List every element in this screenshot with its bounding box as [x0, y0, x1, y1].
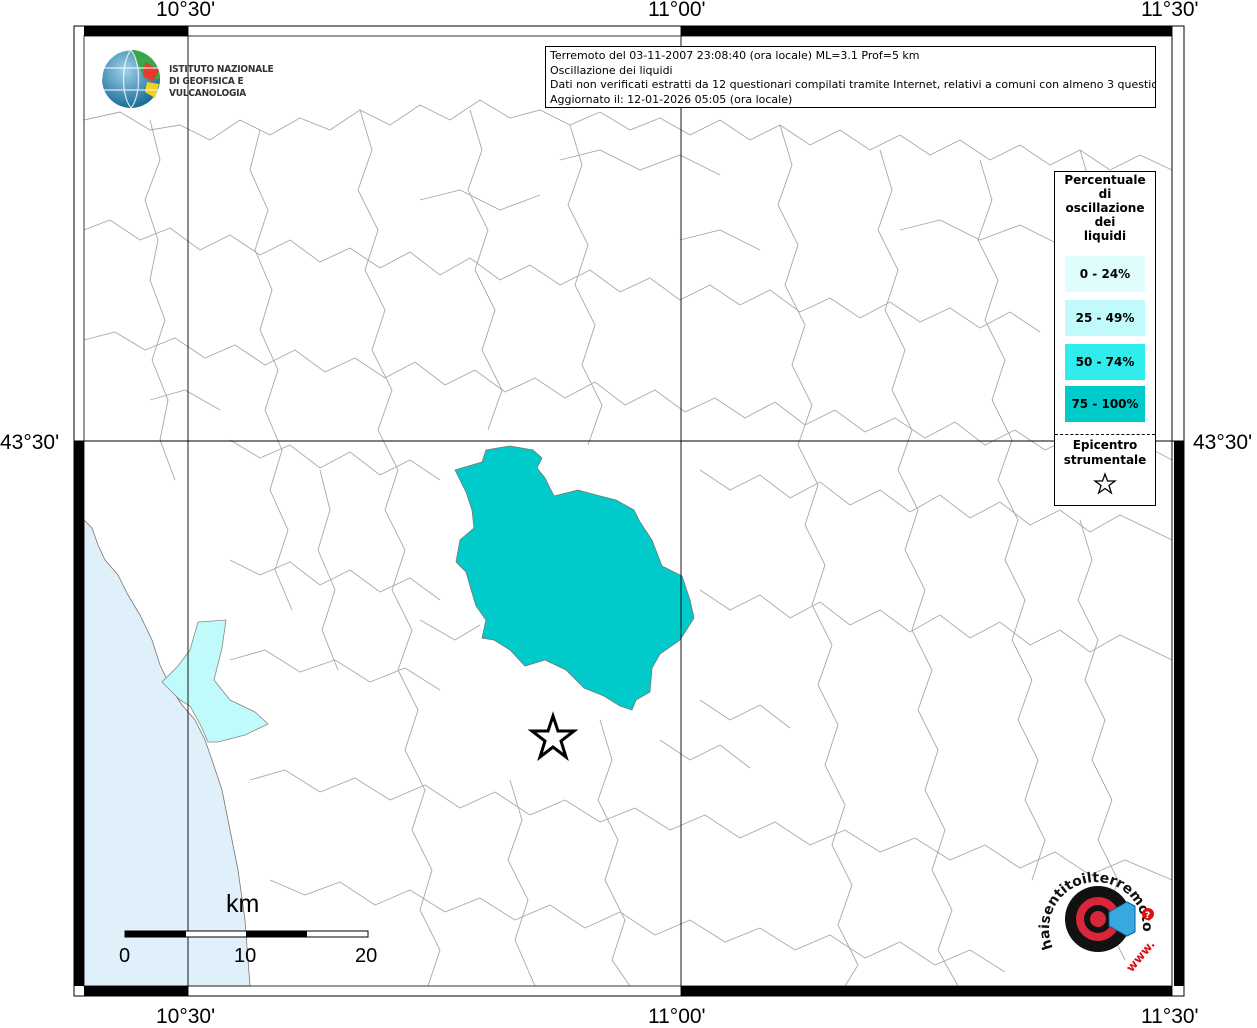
info-line-1: Terremoto del 03-11-2007 23:08:40 (ora l…: [550, 49, 920, 62]
legend-class-1: 25 - 49%: [1065, 300, 1145, 336]
info-line-3: Dati non verificati estratti da 12 quest…: [550, 78, 1156, 91]
info-line-2: Oscillazione dei liquidi: [550, 63, 673, 77]
legend-title-line: di: [1098, 187, 1112, 201]
logo-line2: DI GEOFISICA E VULCANOLOGIA: [169, 76, 247, 99]
legend-class-2: 50 - 74%: [1065, 344, 1145, 380]
legend-separator: [1055, 434, 1155, 435]
scale-title: km: [226, 890, 260, 918]
scale-bar: [124, 930, 369, 938]
legend-title-line: Percentuale: [1064, 173, 1146, 187]
legend-class-3: 75 - 100%: [1065, 386, 1145, 422]
star-icon: [1093, 472, 1117, 495]
svg-text:?: ?: [1145, 911, 1150, 921]
legend: Percentuale di oscillazione dei liquidi …: [1054, 171, 1156, 506]
lat-label-right: 43°30': [1193, 431, 1253, 454]
info-line-4: Aggiornato il: 12-01-2026 05:05 (ora loc…: [550, 92, 793, 106]
scale-tick-10: 10: [234, 945, 257, 967]
scale-tick-20: 20: [355, 945, 378, 967]
hst-logo-www: www.: [1123, 937, 1158, 974]
legend-epicenter-line: strumentale: [1063, 453, 1147, 467]
hst-logo[interactable]: haisentitoilterremoto.it www. ?: [1035, 862, 1165, 980]
legend-title-line: liquidi: [1083, 229, 1127, 243]
legend-epicenter-label: Epicentro strumentale: [1055, 438, 1155, 468]
lon-label-top-3: 11°30': [1141, 0, 1199, 21]
scale-tick-0: 0: [119, 945, 131, 967]
legend-class-0: 0 - 24%: [1065, 256, 1145, 292]
logo-line1: ISTITUTO NAZIONALE: [169, 64, 274, 75]
legend-title: Percentuale di oscillazione dei liquidi: [1055, 173, 1155, 243]
legend-epicenter-line: Epicentro: [1072, 438, 1138, 452]
earthquake-info-box: Terremoto del 03-11-2007 23:08:40 (ora l…: [545, 46, 1156, 108]
globe-icon: [101, 49, 160, 109]
legend-title-line: dei: [1094, 215, 1116, 229]
lat-label-left: 43°30': [0, 431, 60, 454]
legend-title-line: oscillazione: [1065, 201, 1145, 215]
lon-label-top-2: 11°00': [648, 0, 706, 21]
lon-label-top-1: 10°30': [156, 0, 216, 21]
ingv-logo: ISTITUTO NAZIONALE DI GEOFISICA E VULCAN…: [101, 48, 321, 110]
